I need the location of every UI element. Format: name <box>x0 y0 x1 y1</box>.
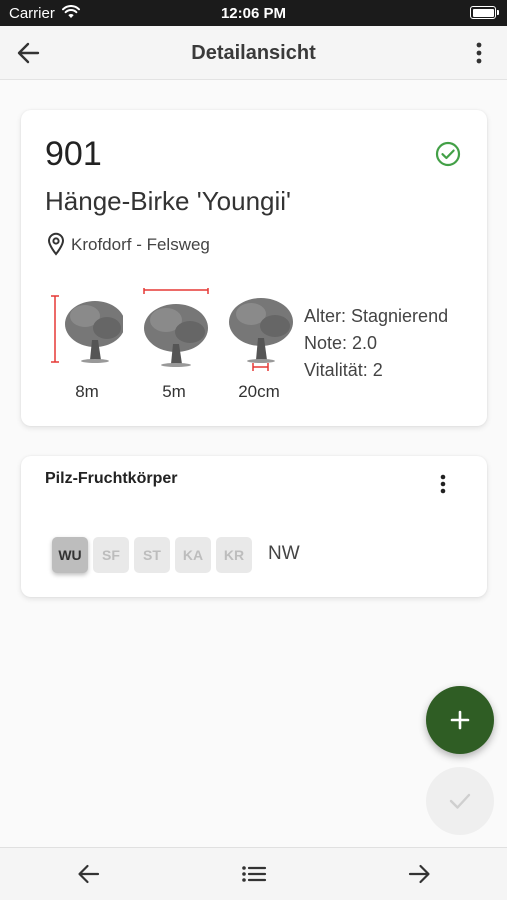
tree-height-icon <box>51 288 125 375</box>
grade-stat: Note: 2.0 <box>304 333 378 353</box>
chip-st[interactable]: ST <box>134 537 170 573</box>
chip-ka[interactable]: KA <box>175 537 211 573</box>
clock-time: 12:06 PM <box>220 5 287 22</box>
chip-wu[interactable]: WU <box>52 537 88 573</box>
screen: Carrier 12:06 PM Detailansicht 901 Hänge… <box>0 0 507 900</box>
metric-height: 8m <box>51 288 125 402</box>
nw-label: NW <box>268 543 300 564</box>
pilz-card: Pilz-Fruchtkörper WU SF ST KA KR NW <box>21 456 487 597</box>
arrow-back-icon[interactable] <box>75 861 103 887</box>
plus-icon <box>450 710 470 735</box>
more-vertical-icon[interactable] <box>437 472 449 496</box>
location-pin-icon <box>47 232 65 256</box>
list-icon[interactable] <box>240 861 268 887</box>
metric-crown-width: 5m <box>138 286 210 402</box>
age-stat: Alter: Stagnierend <box>304 306 449 326</box>
tree-trunk-diameter-icon <box>223 288 295 377</box>
bottom-navigation <box>0 847 507 900</box>
tree-crown-width-icon <box>138 286 210 375</box>
vitality-stat: Vitalität: 2 <box>304 360 383 380</box>
metric-height-label: 8m <box>75 382 99 401</box>
app-bar: Detailansicht <box>0 26 507 80</box>
confirm-button[interactable] <box>426 767 494 835</box>
arrow-forward-icon[interactable] <box>405 861 433 887</box>
check-icon <box>448 790 472 817</box>
chip-sf[interactable]: SF <box>93 537 129 573</box>
status-bar: Carrier 12:06 PM <box>0 0 507 26</box>
location-label: Krofdorf - Felsweg <box>71 235 210 254</box>
more-vertical-icon[interactable] <box>467 39 491 67</box>
metric-trunk-diameter: 20cm <box>223 288 295 402</box>
page-title: Detailansicht <box>191 42 316 64</box>
battery-icon <box>470 6 499 19</box>
check-circle-icon <box>435 141 461 167</box>
metric-trunk-diameter-label: 20cm <box>238 382 280 401</box>
add-button[interactable] <box>426 686 494 754</box>
tree-stats: Alter: Stagnierend Note: 2.0 Vitalität: … <box>304 303 448 384</box>
tree-species-name: Hänge-Birke 'Youngii' <box>45 186 292 216</box>
tree-detail-card: 901 Hänge-Birke 'Youngii' Krofdorf - Fel… <box>21 110 487 426</box>
chip-kr[interactable]: KR <box>216 537 252 573</box>
pilz-card-title: Pilz-Fruchtkörper <box>45 470 178 487</box>
tree-number: 901 <box>45 135 102 173</box>
metric-crown-width-label: 5m <box>162 382 186 401</box>
